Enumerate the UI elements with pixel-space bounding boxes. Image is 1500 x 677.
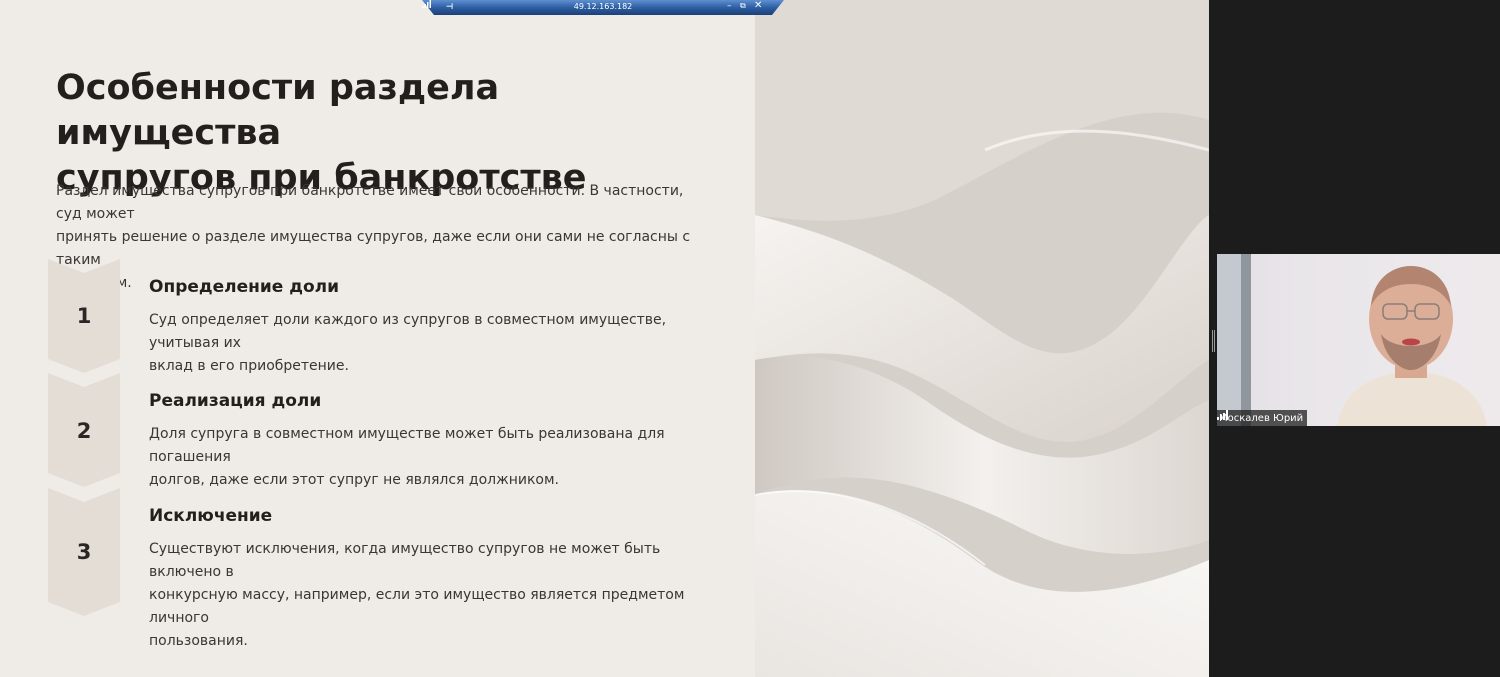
step-text-line: Доля супруга в совместном имуществе може…	[149, 426, 665, 465]
panel-resize-handle[interactable]	[1212, 330, 1215, 352]
remote-desktop-bar: ⊣ 49.12.163.182 – ⧉ ✕	[422, 0, 784, 15]
step-number: 2	[76, 419, 92, 443]
step-number: 1	[76, 304, 92, 328]
signal-strength-icon	[1217, 410, 1228, 420]
slide-intro-line: Раздел имущества супругов при банкротств…	[56, 183, 684, 222]
participant-video-tile[interactable]: Москалев Юрий	[1217, 254, 1500, 426]
meeting-side-panel: Москалев Юрий	[1209, 0, 1500, 677]
step-text: Суд определяет доли каждого из супругов …	[149, 309, 704, 378]
slide-title-line: Особенности раздела имущества	[56, 68, 500, 153]
screen: Особенности раздела имущества супругов п…	[0, 0, 1500, 677]
minimize-icon[interactable]: –	[727, 1, 732, 11]
step-text: Существуют исключения, когда имущество с…	[149, 538, 704, 653]
presentation-slide: Особенности раздела имущества супругов п…	[0, 0, 1209, 677]
slide-intro-line: принять решение о разделе имущества супр…	[56, 229, 691, 268]
step-text-line: долгов, даже если этот супруг не являлся…	[149, 472, 559, 488]
participant-name: Москалев Юрий	[1219, 412, 1304, 424]
slide-decorative-image	[755, 0, 1209, 677]
participant-name-tag: Москалев Юрий	[1217, 410, 1308, 426]
step-text-line: Суд определяет доли каждого из супругов …	[149, 312, 667, 351]
step-text-line: конкурсную массу, например, если это иму…	[149, 587, 685, 626]
step-text-line: вклад в его приобретение.	[149, 358, 349, 374]
step-text: Доля супруга в совместном имуществе може…	[149, 423, 704, 492]
restore-icon[interactable]: ⧉	[740, 1, 746, 11]
step-text-line: Существуют исключения, когда имущество с…	[149, 541, 661, 580]
step-heading: Исключение	[149, 506, 273, 526]
close-icon[interactable]: ✕	[754, 0, 762, 11]
step-text-line: пользования.	[149, 633, 248, 649]
step-number: 3	[76, 540, 92, 564]
step-heading: Реализация доли	[149, 391, 322, 411]
step-heading: Определение доли	[149, 277, 340, 297]
